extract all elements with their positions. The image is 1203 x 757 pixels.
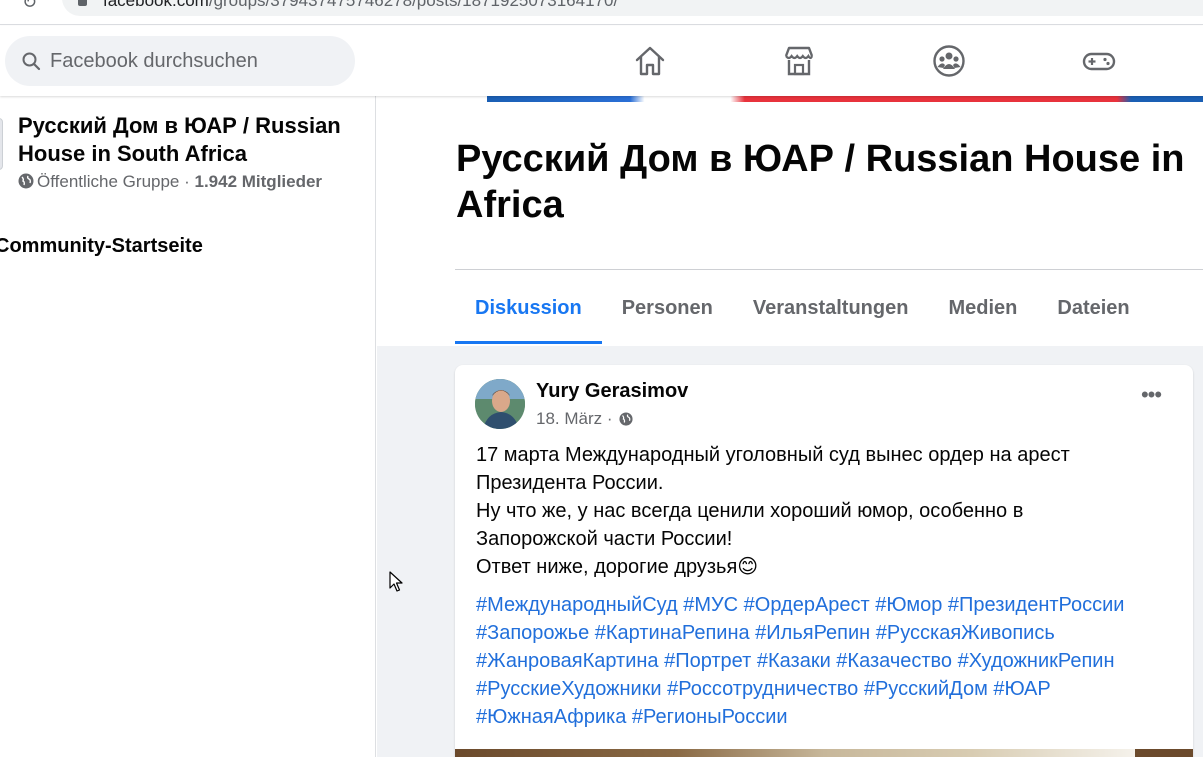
lock-icon: [78, 0, 87, 6]
url-text[interactable]: facebook.com/groups/379437475746278/post…: [103, 0, 618, 11]
globe-icon: [18, 173, 34, 189]
member-count[interactable]: 1.942 Mitglieder: [195, 172, 323, 191]
tab-files[interactable]: Dateien: [1037, 270, 1149, 344]
search-icon: [22, 52, 41, 71]
avatar[interactable]: [475, 379, 525, 429]
globe-icon: [619, 412, 633, 426]
page-title[interactable]: Русский Дом в ЮАР / Russian House in Afr…: [456, 136, 1203, 228]
group-tabs: Diskussion Personen Veranstaltungen Medi…: [455, 270, 1150, 346]
tab-people[interactable]: Personen: [602, 270, 733, 344]
tab-media[interactable]: Medien: [928, 270, 1037, 344]
sidebar-item-community-home[interactable]: Community-Startseite: [0, 235, 203, 258]
groups-icon[interactable]: [932, 44, 966, 78]
post-date: 18. März ·: [536, 409, 633, 429]
tab-discussion[interactable]: Diskussion: [455, 270, 602, 344]
post-text: 17 марта Международный уголовный суд вын…: [476, 444, 1070, 578]
top-navigation-bar: [0, 26, 1203, 96]
browser-address-bar: ↻ facebook.com/groups/379437475746278/po…: [0, 0, 1203, 25]
main-content: Русский Дом в ЮАР / Russian House in Afr…: [377, 96, 1203, 757]
group-header: Русский Дом в ЮАР / Russian House in Afr…: [377, 96, 1203, 346]
post-image[interactable]: [455, 749, 1193, 757]
group-sidebar: Русский Дом в ЮАР / Russian House in Sou…: [0, 96, 376, 757]
privacy-label: Öffentliche Gruppe: [37, 172, 180, 191]
post-timestamp[interactable]: 18. März ·: [536, 409, 613, 428]
group-thumbnail[interactable]: [0, 118, 3, 170]
post-author[interactable]: Yury Gerasimov: [536, 380, 688, 403]
group-meta: Öffentliche Gruppe · 1.942 Mitglieder: [18, 172, 322, 192]
more-options-button[interactable]: •••: [1131, 384, 1171, 415]
sidebar-group-name[interactable]: Русский Дом в ЮАР / Russian House in Sou…: [18, 112, 363, 168]
marketplace-icon[interactable]: [782, 44, 816, 78]
post-hashtags[interactable]: #МеждународныйСуд #МУС #ОрдерАрест #Юмор…: [476, 591, 1176, 731]
search-input[interactable]: [50, 36, 340, 86]
mouse-cursor-icon: [389, 571, 403, 592]
gaming-icon[interactable]: [1082, 44, 1116, 78]
post-card: Yury Gerasimov 18. März · ••• 17 марта М…: [455, 365, 1193, 757]
cover-photo[interactable]: [487, 96, 1203, 102]
search-box[interactable]: [5, 36, 355, 86]
tab-events[interactable]: Veranstaltungen: [733, 270, 929, 344]
reload-icon[interactable]: ↻: [22, 0, 37, 13]
home-icon[interactable]: [633, 44, 667, 78]
